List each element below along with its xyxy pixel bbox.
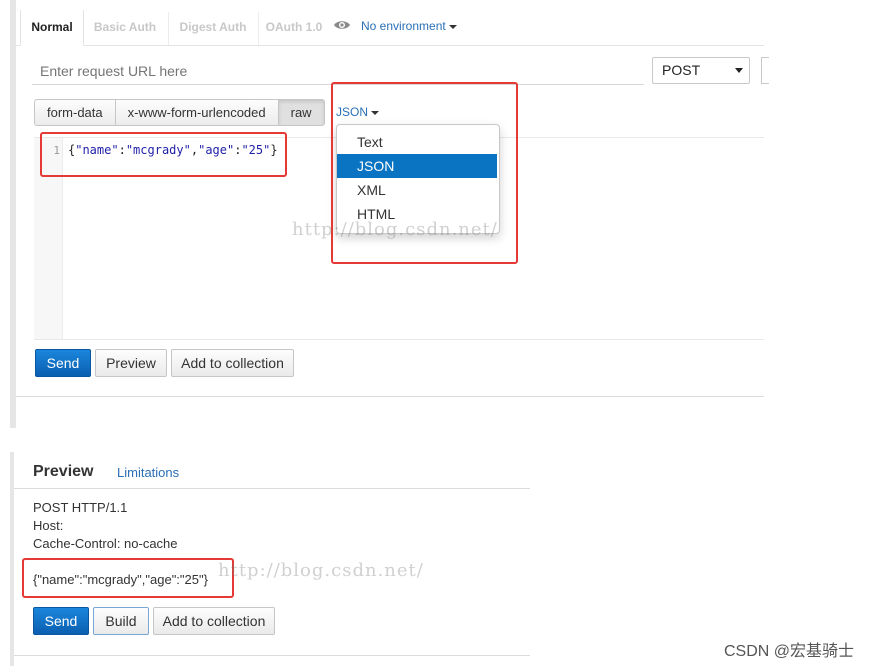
body-format-toggle[interactable]: JSON (336, 105, 380, 119)
preview-panel: Preview Limitations POST HTTP/1.1 Host: … (10, 452, 530, 666)
request-url-input[interactable] (32, 57, 644, 85)
divider (14, 655, 530, 656)
next-control-edge[interactable] (761, 57, 769, 84)
body-mode-form-data[interactable]: form-data (34, 99, 116, 126)
code-token: } (270, 143, 278, 157)
raw-body: {"name":"mcgrady","age":"25"} (33, 572, 208, 587)
auth-tab-bar: Normal Basic Auth Digest Auth OAuth 1.0 … (16, 0, 764, 46)
send-button[interactable]: Send (35, 349, 91, 377)
environment-label: No environment (361, 19, 446, 33)
line-gutter: 1 (34, 138, 63, 339)
body-format-menu: Text JSON XML HTML (336, 124, 500, 234)
add-to-collection-button[interactable]: Add to collection (153, 607, 275, 635)
menu-item-json[interactable]: JSON (337, 154, 497, 178)
panel-left-border (10, 0, 16, 428)
menu-item-html[interactable]: HTML (337, 202, 497, 226)
eye-icon[interactable] (333, 18, 351, 32)
code-token: "name" (75, 143, 119, 157)
code-token: "age" (198, 143, 235, 157)
raw-header-host: Host: (33, 518, 64, 533)
chevron-down-icon (735, 68, 743, 73)
panel-left-border (10, 452, 14, 666)
add-to-collection-button[interactable]: Add to collection (171, 349, 294, 377)
csdn-credit: CSDN @宏基骑士 (724, 643, 855, 660)
tab-divider (168, 12, 169, 45)
body-mode-raw[interactable]: raw (277, 99, 325, 126)
tab-divider (258, 12, 259, 45)
request-builder-panel: Normal Basic Auth Digest Auth OAuth 1.0 … (10, 0, 769, 428)
send-button[interactable]: Send (33, 607, 89, 635)
body-mode-urlencoded[interactable]: x-www-form-urlencoded (114, 99, 279, 126)
method-value: POST (662, 62, 701, 78)
divider (14, 488, 530, 489)
environment-selector[interactable]: No environment (361, 19, 457, 33)
method-select[interactable]: POST (652, 57, 750, 84)
code-token: "25" (241, 143, 271, 157)
caret-down-icon (448, 24, 457, 29)
menu-item-xml[interactable]: XML (337, 178, 497, 202)
caret-down-icon (371, 110, 380, 115)
divider (16, 396, 764, 397)
code-token: : (118, 143, 126, 157)
menu-item-text[interactable]: Text (337, 130, 497, 154)
limitations-link[interactable]: Limitations (117, 465, 179, 480)
body-format-label: JSON (336, 105, 369, 119)
build-button[interactable]: Build (93, 607, 149, 635)
preview-title: Preview (33, 463, 94, 480)
body-mode-group: form-data x-www-form-urlencoded raw (34, 99, 325, 126)
raw-request-line: POST HTTP/1.1 (33, 500, 128, 515)
code-line[interactable]: {"name":"mcgrady","age":"25"} (68, 143, 278, 157)
code-token: "mcgrady" (125, 143, 191, 157)
code-token: , (190, 143, 199, 157)
preview-button[interactable]: Preview (95, 349, 167, 377)
tab-digest-auth[interactable]: Digest Auth (170, 10, 256, 45)
tab-basic-auth[interactable]: Basic Auth (84, 10, 166, 45)
tab-oauth[interactable]: OAuth 1.0 (260, 10, 328, 45)
line-number: 1 (53, 144, 60, 157)
tab-normal[interactable]: Normal (20, 10, 84, 46)
raw-header-cache-control: Cache-Control: no-cache (33, 536, 178, 551)
